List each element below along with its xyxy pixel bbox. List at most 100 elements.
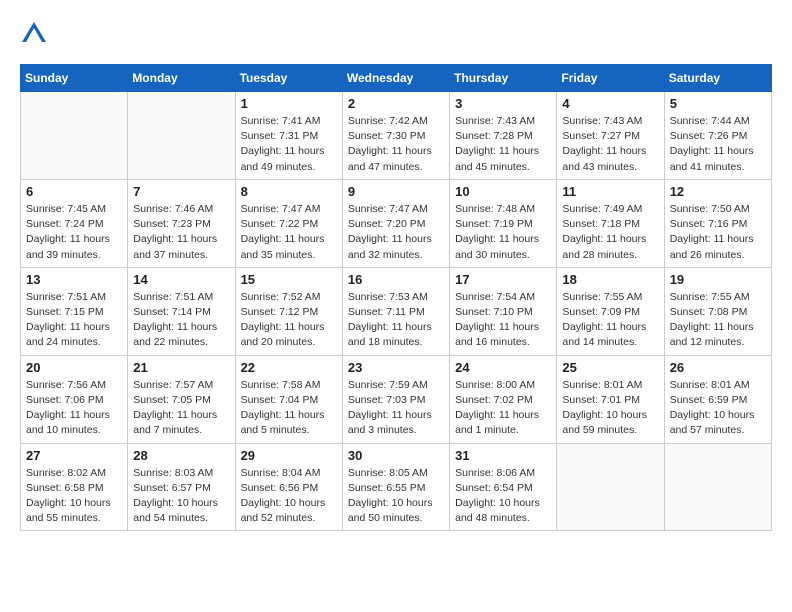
day-number: 4 (562, 96, 658, 111)
calendar-day-cell: 4 Sunrise: 7:43 AMSunset: 7:27 PMDaylight… (557, 92, 664, 180)
calendar-day-cell: 24 Sunrise: 8:00 AMSunset: 7:02 PMDayligh… (450, 355, 557, 443)
calendar-day-cell: 13 Sunrise: 7:51 AMSunset: 7:15 PMDayligh… (21, 267, 128, 355)
day-info: Sunrise: 7:53 AMSunset: 7:11 PMDaylight:… (348, 290, 444, 351)
day-info: Sunrise: 7:51 AMSunset: 7:15 PMDaylight:… (26, 290, 122, 351)
day-info: Sunrise: 7:46 AMSunset: 7:23 PMDaylight:… (133, 202, 229, 263)
day-number: 28 (133, 448, 229, 463)
calendar-day-cell (557, 443, 664, 531)
calendar-day-cell (21, 92, 128, 180)
calendar-day-cell: 19Sunrise: 7:55 AMSunset: 7:08 PMDayligh… (664, 267, 771, 355)
day-number: 7 (133, 184, 229, 199)
day-number: 12 (670, 184, 766, 199)
calendar-day-cell: 1 Sunrise: 7:41 AMSunset: 7:31 PMDaylight… (235, 92, 342, 180)
calendar-day-cell: 9Sunrise: 7:47 AMSunset: 7:20 PMDaylight… (342, 179, 449, 267)
calendar-day-cell: 31 Sunrise: 8:06 AMSunset: 6:54 PMDayligh… (450, 443, 557, 531)
calendar-day-cell: 22 Sunrise: 7:58 AMSunset: 7:04 PMDayligh… (235, 355, 342, 443)
day-info: Sunrise: 7:57 AMSunset: 7:05 PMDaylight:… (133, 378, 229, 439)
calendar-day-cell (664, 443, 771, 531)
day-number: 25 (562, 360, 658, 375)
day-info: Sunrise: 8:03 AMSunset: 6:57 PMDaylight:… (133, 466, 229, 527)
day-of-week-header: Tuesday (235, 65, 342, 92)
calendar-day-cell: 30 Sunrise: 8:05 AMSunset: 6:55 PMDayligh… (342, 443, 449, 531)
day-number: 2 (348, 96, 444, 111)
day-number: 23 (348, 360, 444, 375)
day-number: 15 (241, 272, 337, 287)
day-info: Sunrise: 7:58 AMSunset: 7:04 PMDaylight:… (241, 378, 337, 439)
day-number: 5 (670, 96, 766, 111)
day-number: 16 (348, 272, 444, 287)
day-info: Sunrise: 8:01 AMSunset: 6:59 PMDaylight:… (670, 378, 766, 439)
day-number: 22 (241, 360, 337, 375)
day-info: Sunrise: 8:02 AMSunset: 6:58 PMDaylight:… (26, 466, 122, 527)
calendar-day-cell: 15Sunrise: 7:52 AMSunset: 7:12 PMDayligh… (235, 267, 342, 355)
day-info: Sunrise: 8:04 AMSunset: 6:56 PMDaylight:… (241, 466, 337, 527)
day-of-week-header: Friday (557, 65, 664, 92)
day-info: Sunrise: 7:51 AMSunset: 7:14 PMDaylight:… (133, 290, 229, 351)
calendar-week-row: 27 Sunrise: 8:02 AMSunset: 6:58 PMDayligh… (21, 443, 772, 531)
calendar-day-cell: 27 Sunrise: 8:02 AMSunset: 6:58 PMDayligh… (21, 443, 128, 531)
calendar-day-cell: 18Sunrise: 7:55 AMSunset: 7:09 PMDayligh… (557, 267, 664, 355)
day-info: Sunrise: 7:43 AMSunset: 7:27 PMDaylight:… (562, 114, 658, 175)
calendar-day-cell: 28 Sunrise: 8:03 AMSunset: 6:57 PMDayligh… (128, 443, 235, 531)
day-info: Sunrise: 7:42 AMSunset: 7:30 PMDaylight:… (348, 114, 444, 175)
day-of-week-header: Sunday (21, 65, 128, 92)
day-info: Sunrise: 7:49 AMSunset: 7:18 PMDaylight:… (562, 202, 658, 263)
day-info: Sunrise: 7:45 AMSunset: 7:24 PMDaylight:… (26, 202, 122, 263)
day-info: Sunrise: 7:47 AMSunset: 7:20 PMDaylight:… (348, 202, 444, 263)
calendar-day-cell: 29 Sunrise: 8:04 AMSunset: 6:56 PMDayligh… (235, 443, 342, 531)
logo (20, 20, 52, 48)
day-number: 26 (670, 360, 766, 375)
day-number: 13 (26, 272, 122, 287)
day-number: 31 (455, 448, 551, 463)
day-number: 6 (26, 184, 122, 199)
day-info: Sunrise: 7:59 AMSunset: 7:03 PMDaylight:… (348, 378, 444, 439)
calendar-day-cell: 16 Sunrise: 7:53 AMSunset: 7:11 PMDayligh… (342, 267, 449, 355)
day-info: Sunrise: 8:06 AMSunset: 6:54 PMDaylight:… (455, 466, 551, 527)
calendar-day-cell: 8Sunrise: 7:47 AMSunset: 7:22 PMDaylight… (235, 179, 342, 267)
day-number: 30 (348, 448, 444, 463)
day-number: 11 (562, 184, 658, 199)
day-info: Sunrise: 8:00 AMSunset: 7:02 PMDaylight:… (455, 378, 551, 439)
page-header (20, 20, 772, 48)
calendar-day-cell: 21 Sunrise: 7:57 AMSunset: 7:05 PMDayligh… (128, 355, 235, 443)
calendar-week-row: 20 Sunrise: 7:56 AMSunset: 7:06 PMDayligh… (21, 355, 772, 443)
day-info: Sunrise: 8:01 AMSunset: 7:01 PMDaylight:… (562, 378, 658, 439)
day-info: Sunrise: 7:55 AMSunset: 7:08 PMDaylight:… (670, 290, 766, 351)
calendar-day-cell: 26 Sunrise: 8:01 AMSunset: 6:59 PMDayligh… (664, 355, 771, 443)
day-number: 8 (241, 184, 337, 199)
day-info: Sunrise: 7:41 AMSunset: 7:31 PMDaylight:… (241, 114, 337, 175)
calendar-day-cell: 6 Sunrise: 7:45 AMSunset: 7:24 PMDaylight… (21, 179, 128, 267)
day-info: Sunrise: 7:44 AMSunset: 7:26 PMDaylight:… (670, 114, 766, 175)
calendar-day-cell: 5 Sunrise: 7:44 AMSunset: 7:26 PMDaylight… (664, 92, 771, 180)
day-info: Sunrise: 8:05 AMSunset: 6:55 PMDaylight:… (348, 466, 444, 527)
calendar-header-row: SundayMondayTuesdayWednesdayThursdayFrid… (21, 65, 772, 92)
day-of-week-header: Thursday (450, 65, 557, 92)
logo-icon (20, 20, 48, 48)
day-of-week-header: Wednesday (342, 65, 449, 92)
day-number: 27 (26, 448, 122, 463)
day-info: Sunrise: 7:55 AMSunset: 7:09 PMDaylight:… (562, 290, 658, 351)
day-number: 10 (455, 184, 551, 199)
calendar-day-cell: 11 Sunrise: 7:49 AMSunset: 7:18 PMDayligh… (557, 179, 664, 267)
calendar-day-cell: 10Sunrise: 7:48 AMSunset: 7:19 PMDayligh… (450, 179, 557, 267)
calendar-week-row: 13 Sunrise: 7:51 AMSunset: 7:15 PMDayligh… (21, 267, 772, 355)
day-info: Sunrise: 7:56 AMSunset: 7:06 PMDaylight:… (26, 378, 122, 439)
calendar-day-cell: 12 Sunrise: 7:50 AMSunset: 7:16 PMDayligh… (664, 179, 771, 267)
day-info: Sunrise: 7:54 AMSunset: 7:10 PMDaylight:… (455, 290, 551, 351)
day-number: 17 (455, 272, 551, 287)
day-number: 21 (133, 360, 229, 375)
day-info: Sunrise: 7:50 AMSunset: 7:16 PMDaylight:… (670, 202, 766, 263)
day-number: 24 (455, 360, 551, 375)
day-number: 29 (241, 448, 337, 463)
calendar-day-cell: 25 Sunrise: 8:01 AMSunset: 7:01 PMDayligh… (557, 355, 664, 443)
calendar-week-row: 6 Sunrise: 7:45 AMSunset: 7:24 PMDaylight… (21, 179, 772, 267)
day-number: 1 (241, 96, 337, 111)
day-info: Sunrise: 7:43 AMSunset: 7:28 PMDaylight:… (455, 114, 551, 175)
calendar-table: SundayMondayTuesdayWednesdayThursdayFrid… (20, 64, 772, 531)
calendar-day-cell: 23 Sunrise: 7:59 AMSunset: 7:03 PMDayligh… (342, 355, 449, 443)
calendar-day-cell (128, 92, 235, 180)
calendar-week-row: 1 Sunrise: 7:41 AMSunset: 7:31 PMDaylight… (21, 92, 772, 180)
calendar-day-cell: 17 Sunrise: 7:54 AMSunset: 7:10 PMDayligh… (450, 267, 557, 355)
day-number: 20 (26, 360, 122, 375)
day-of-week-header: Monday (128, 65, 235, 92)
